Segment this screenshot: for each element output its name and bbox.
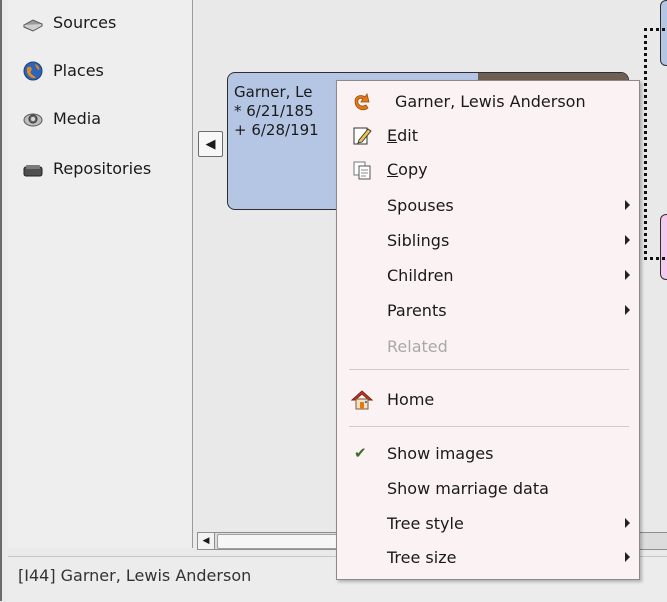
menu-item-show-marriage-data[interactable]: Show marriage data (337, 472, 639, 506)
menu-item-spouses[interactable]: Spouses (337, 189, 639, 223)
menu-separator (349, 426, 629, 427)
edit-pencil-icon (351, 125, 373, 147)
menu-item-copy[interactable]: Copy (337, 153, 639, 187)
menu-item-children[interactable]: Children (337, 259, 639, 293)
menu-item-label: Garner, Lewis Anderson (395, 92, 586, 111)
globe-icon (22, 59, 44, 81)
repository-box-icon (22, 157, 44, 179)
window-left-border (0, 0, 2, 601)
sidebar-item-repositories[interactable]: Repositories (22, 154, 151, 182)
checkmark-icon: ✔ (354, 444, 367, 462)
navigate-children-button[interactable]: ◀ (198, 131, 223, 157)
menu-item-label: Tree size (387, 548, 457, 567)
menu-item-tree-size[interactable]: Tree size (337, 541, 639, 575)
submenu-arrow-icon (625, 552, 630, 562)
sidebar-item-label: Places (53, 60, 104, 80)
menu-item-related: Related (337, 330, 639, 364)
menu-item-parents[interactable]: Parents (337, 294, 639, 328)
person-name: Garner, Le (234, 83, 313, 101)
navigator-sidebar: Sources Places Media Repositories (8, 0, 193, 548)
menu-separator (349, 369, 629, 370)
status-text: [I44] Garner, Lewis Anderson (18, 566, 252, 585)
sidebar-item-label: Repositories (53, 158, 152, 178)
sidebar-item-label: Media (53, 108, 102, 128)
menu-item-label: Siblings (387, 231, 450, 250)
menu-item-tree-style[interactable]: Tree style (337, 507, 639, 541)
family-connector-line (644, 28, 667, 260)
copy-icon (351, 159, 373, 181)
menu-item-home[interactable]: Home (337, 383, 639, 417)
submenu-arrow-icon (625, 235, 630, 245)
submenu-arrow-icon (625, 200, 630, 210)
sidebar-item-media[interactable]: Media (22, 104, 101, 132)
menu-item-show-images[interactable]: ✔ Show images (337, 437, 639, 471)
left-arrow-icon: ◀ (205, 136, 216, 152)
scroll-left-button[interactable]: ◀ (198, 533, 215, 549)
menu-item-label: Parents (387, 301, 447, 320)
menu-item-label: Edit (387, 126, 418, 145)
sidebar-item-places[interactable]: Places (22, 56, 104, 84)
menu-item-label: Show marriage data (387, 479, 549, 498)
sources-book-icon (22, 11, 44, 33)
menu-item-label: Spouses (387, 196, 454, 215)
menu-item-edit[interactable]: Edit (337, 119, 639, 153)
menu-item-label: Copy (387, 160, 428, 179)
home-icon (350, 389, 374, 411)
menu-item-label: Tree style (387, 514, 464, 533)
menu-item-active-person[interactable]: Garner, Lewis Anderson (337, 85, 639, 119)
person-arrow-icon (351, 91, 373, 113)
menu-item-label: Children (387, 266, 454, 285)
scroll-left-icon: ◀ (202, 536, 210, 546)
submenu-arrow-icon (625, 518, 630, 528)
submenu-arrow-icon (625, 270, 630, 280)
media-camera-icon (22, 107, 44, 129)
person-context-menu: Garner, Lewis Anderson Edit Copy Spouses… (336, 80, 640, 580)
menu-item-label: Home (387, 390, 435, 409)
menu-item-siblings[interactable]: Siblings (337, 224, 639, 258)
sidebar-item-sources[interactable]: Sources (22, 8, 116, 36)
submenu-arrow-icon (625, 305, 630, 315)
menu-item-label: Related (387, 337, 448, 356)
menu-item-label: Show images (387, 444, 494, 463)
person-death: + 6/28/191 (234, 121, 319, 139)
sidebar-item-label: Sources (53, 12, 117, 32)
person-birth: * 6/21/185 (234, 102, 314, 120)
